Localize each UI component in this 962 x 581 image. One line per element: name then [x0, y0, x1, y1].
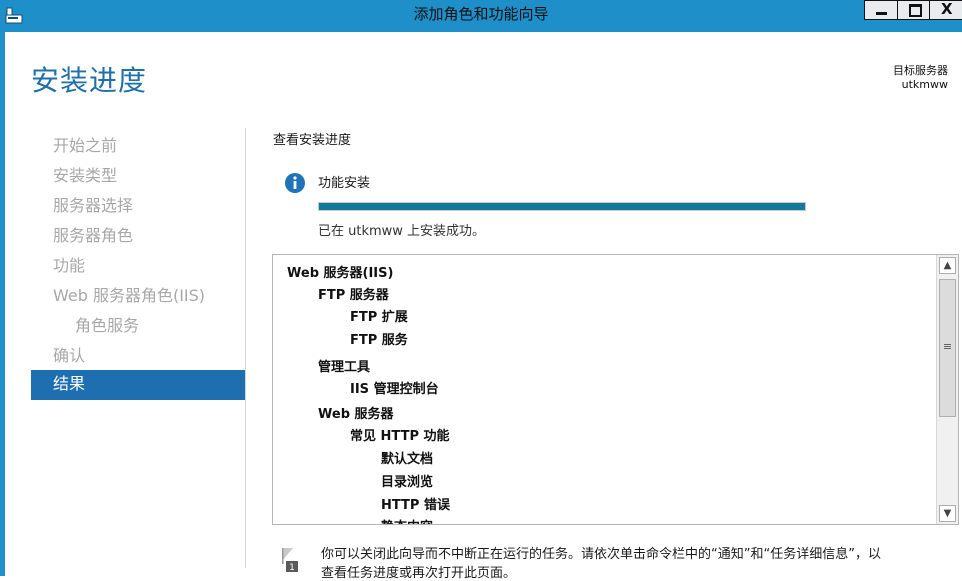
flag-notification-icon: 1 — [282, 548, 298, 573]
install-status-text: 已在 utkmww 上安装成功。 — [318, 224, 486, 239]
tree-item: 常见 HTTP 功能 — [350, 429, 450, 444]
nav-item-features[interactable]: 功能 — [31, 252, 245, 282]
nav-item-server-selection[interactable]: 服务器选择 — [31, 192, 245, 222]
nav-item-results[interactable]: 结果 — [31, 370, 245, 400]
tree-item: 目录浏览 — [381, 475, 434, 490]
nav-item-installation-type[interactable]: 安装类型 — [31, 162, 245, 192]
scroll-thumb[interactable]: ≡ — [939, 279, 956, 417]
minimize-button[interactable] — [864, 0, 898, 20]
nav-item-web-server-role[interactable]: Web 服务器角色(IIS) — [31, 282, 245, 312]
close-button[interactable]: X — [929, 0, 962, 20]
tree-item: IIS 管理控制台 — [350, 382, 439, 397]
window-title: 添加角色和功能向导 — [413, 5, 549, 23]
tree-item: Web 服务器(IIS) — [287, 266, 394, 281]
nav-item-role-services[interactable]: 角色服务 — [31, 312, 245, 342]
installed-features-list[interactable]: Web 服务器(IIS) FTP 服务器 FTP 扩展 FTP 服务 管理工具 … — [272, 254, 959, 525]
tree-item: Web 服务器 — [318, 407, 394, 422]
nav-item-server-roles[interactable]: 服务器角色 — [31, 222, 245, 252]
tree-item: HTTP 错误 — [381, 498, 450, 513]
feature-installation-label: 功能安装 — [318, 176, 371, 191]
tree-item: FTP 服务器 — [318, 288, 389, 303]
page-title: 安装进度 — [31, 64, 148, 97]
tree-item: FTP 服务 — [350, 333, 408, 348]
scroll-up-button[interactable]: ▲ — [939, 257, 956, 274]
tree-item: 默认文档 — [381, 452, 434, 467]
maximize-button[interactable] — [897, 0, 930, 20]
info-icon — [285, 173, 305, 193]
install-progress-bar — [318, 202, 806, 211]
close-icon: X — [941, 0, 953, 18]
nav-item-confirmation[interactable]: 确认 — [31, 342, 245, 372]
nav-divider — [245, 128, 246, 568]
install-progress-fill — [319, 203, 805, 210]
vertical-scrollbar[interactable]: ▲ ≡ ▼ — [936, 255, 958, 524]
notification-count-badge: 1 — [289, 563, 295, 573]
section-title: 查看安装进度 — [273, 133, 352, 148]
scroll-down-button[interactable]: ▼ — [939, 505, 956, 522]
tree-item: 静态内容 — [381, 516, 433, 524]
target-server-label: 目标服务器 — [893, 64, 948, 77]
footer-note-line1: 你可以关闭此向导而不中断正在运行的任务。请依次单击命令栏中的“通知”和“任务详细… — [321, 547, 881, 562]
nav-item-before-you-begin[interactable]: 开始之前 — [31, 132, 245, 162]
target-server-name: utkmww — [901, 78, 948, 91]
tree-item: FTP 扩展 — [350, 310, 408, 325]
footer-note-line2: 查看任务进度或再次打开此页面。 — [321, 566, 517, 581]
tree-item: 管理工具 — [318, 360, 371, 375]
title-bar: 添加角色和功能向导 X — [0, 0, 962, 33]
